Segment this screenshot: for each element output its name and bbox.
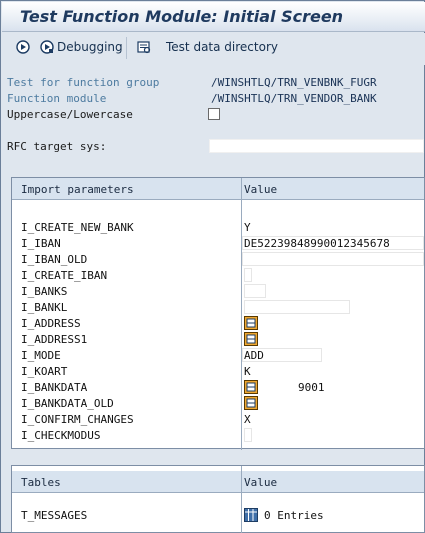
param-value-input[interactable] [244, 268, 252, 282]
table-row: I_ADDRESS [12, 315, 424, 331]
param-name: I_MODE [21, 349, 61, 362]
param-value[interactable]: ADD [244, 349, 264, 362]
param-value-input[interactable] [244, 300, 350, 314]
param-name: I_KOART [21, 365, 68, 378]
function-module-row: Function module /WINSHTLQ/TRN_VENDOR_BAN… [7, 92, 425, 106]
rfc-target-input[interactable] [209, 139, 424, 153]
table-entries-icon[interactable] [244, 508, 258, 522]
test-data-directory-icon [137, 41, 151, 54]
test-data-directory-label: Test data directory [166, 40, 278, 54]
param-value[interactable]: K [244, 365, 251, 378]
table-row: I_BANKL [12, 299, 424, 315]
param-name: I_CHECKMODUS [21, 429, 101, 442]
title-bar: Test Function Module: Initial Screen [2, 2, 425, 32]
table-row: I_CONFIRM_CHANGES X [12, 411, 424, 427]
toolbar-separator [126, 37, 127, 59]
table-row: I_KOART K [12, 363, 424, 379]
param-value[interactable]: Y [244, 221, 251, 234]
table-row: T_MESSAGES 0 Entries [12, 507, 424, 523]
param-name: I_CREATE_IBAN [21, 269, 108, 282]
function-group-value: /WINSHTLQ/TRN_VENBNK_FUGR [211, 76, 377, 89]
structure-editor-icon[interactable] [244, 396, 258, 410]
table-row: I_IBAN_OLD [12, 251, 424, 267]
table-row: I_CHECKMODUS [12, 427, 424, 443]
param-value-input[interactable] [244, 284, 266, 298]
table-row: I_ADDRESS1 [12, 331, 424, 347]
application-toolbar: Debugging Test data directory [2, 33, 425, 65]
param-value-input[interactable] [242, 252, 424, 266]
uppercase-checkbox[interactable] [208, 108, 220, 120]
param-name: I_BANKDATA_OLD [21, 397, 114, 410]
function-group-row: Test for function group /WINSHTLQ/TRN_VE… [7, 76, 425, 90]
tables-table: Tables Value T_MESSAGES 0 Entries [11, 465, 425, 533]
table-param-name: T_MESSAGES [21, 509, 88, 522]
param-value[interactable]: DE52239848990012345678 [244, 237, 390, 250]
structure-editor-icon[interactable] [244, 332, 258, 346]
param-name: I_ADDRESS [21, 317, 81, 330]
table-row: I_MODE ADD [12, 347, 424, 363]
function-module-label: Function module [7, 92, 107, 105]
param-name: I_BANKL [21, 301, 68, 314]
execute-button[interactable] [16, 40, 30, 54]
window-title: Test Function Module: Initial Screen [20, 7, 344, 26]
table-row: I_CREATE_IBAN [12, 267, 424, 283]
param-value-input[interactable] [244, 428, 252, 442]
debugging-button[interactable]: Debugging [40, 40, 123, 54]
debugging-label: Debugging [57, 40, 123, 54]
table-row: I_BANKS [12, 283, 424, 299]
import-parameters-table: Import parameters Value I_CREATE_NEW_BAN… [11, 177, 425, 450]
import-col-value-header: Value [244, 183, 278, 196]
tables-col-value-header: Value [244, 476, 278, 489]
structure-editor-icon[interactable] [244, 316, 258, 330]
table-row: I_CREATE_NEW_BANK Y [12, 219, 424, 235]
tables-table-header: Tables Value [12, 471, 424, 493]
import-table-header: Import parameters Value [12, 178, 424, 200]
window-frame: Test Function Module: Initial Screen Deb… [0, 0, 425, 533]
param-name: I_IBAN [21, 237, 61, 250]
uppercase-row: Uppercase/Lowercase [7, 108, 425, 122]
param-name: I_IBAN_OLD [21, 253, 88, 266]
uppercase-label: Uppercase/Lowercase [7, 108, 133, 121]
function-module-value: /WINSHTLQ/TRN_VENDOR_BANK [211, 92, 377, 105]
rfc-target-label: RFC target sys: [7, 140, 107, 153]
table-row: I_BANKDATA 9001 [12, 379, 424, 395]
param-name: I_ADDRESS1 [21, 333, 88, 346]
param-name: I_BANKDATA [21, 381, 88, 394]
param-name: I_CREATE_NEW_BANK [21, 221, 134, 234]
function-group-label: Test for function group [7, 76, 160, 89]
param-name: I_CONFIRM_CHANGES [21, 413, 134, 426]
param-value: 9001 [298, 381, 325, 394]
table-row: I_IBAN DE52239848990012345678 [12, 235, 424, 251]
tables-col-name-header: Tables [21, 476, 61, 489]
execute-icon [16, 40, 30, 54]
param-name: I_BANKS [21, 285, 68, 298]
debug-execute-icon [40, 40, 54, 54]
param-value[interactable]: X [244, 413, 251, 426]
test-data-directory-button[interactable]: Test data directory [137, 40, 278, 54]
structure-editor-icon[interactable] [244, 380, 258, 394]
import-col-name-header: Import parameters [21, 183, 134, 196]
table-row: I_BANKDATA_OLD [12, 395, 424, 411]
table-entries-count: 0 Entries [264, 509, 324, 522]
